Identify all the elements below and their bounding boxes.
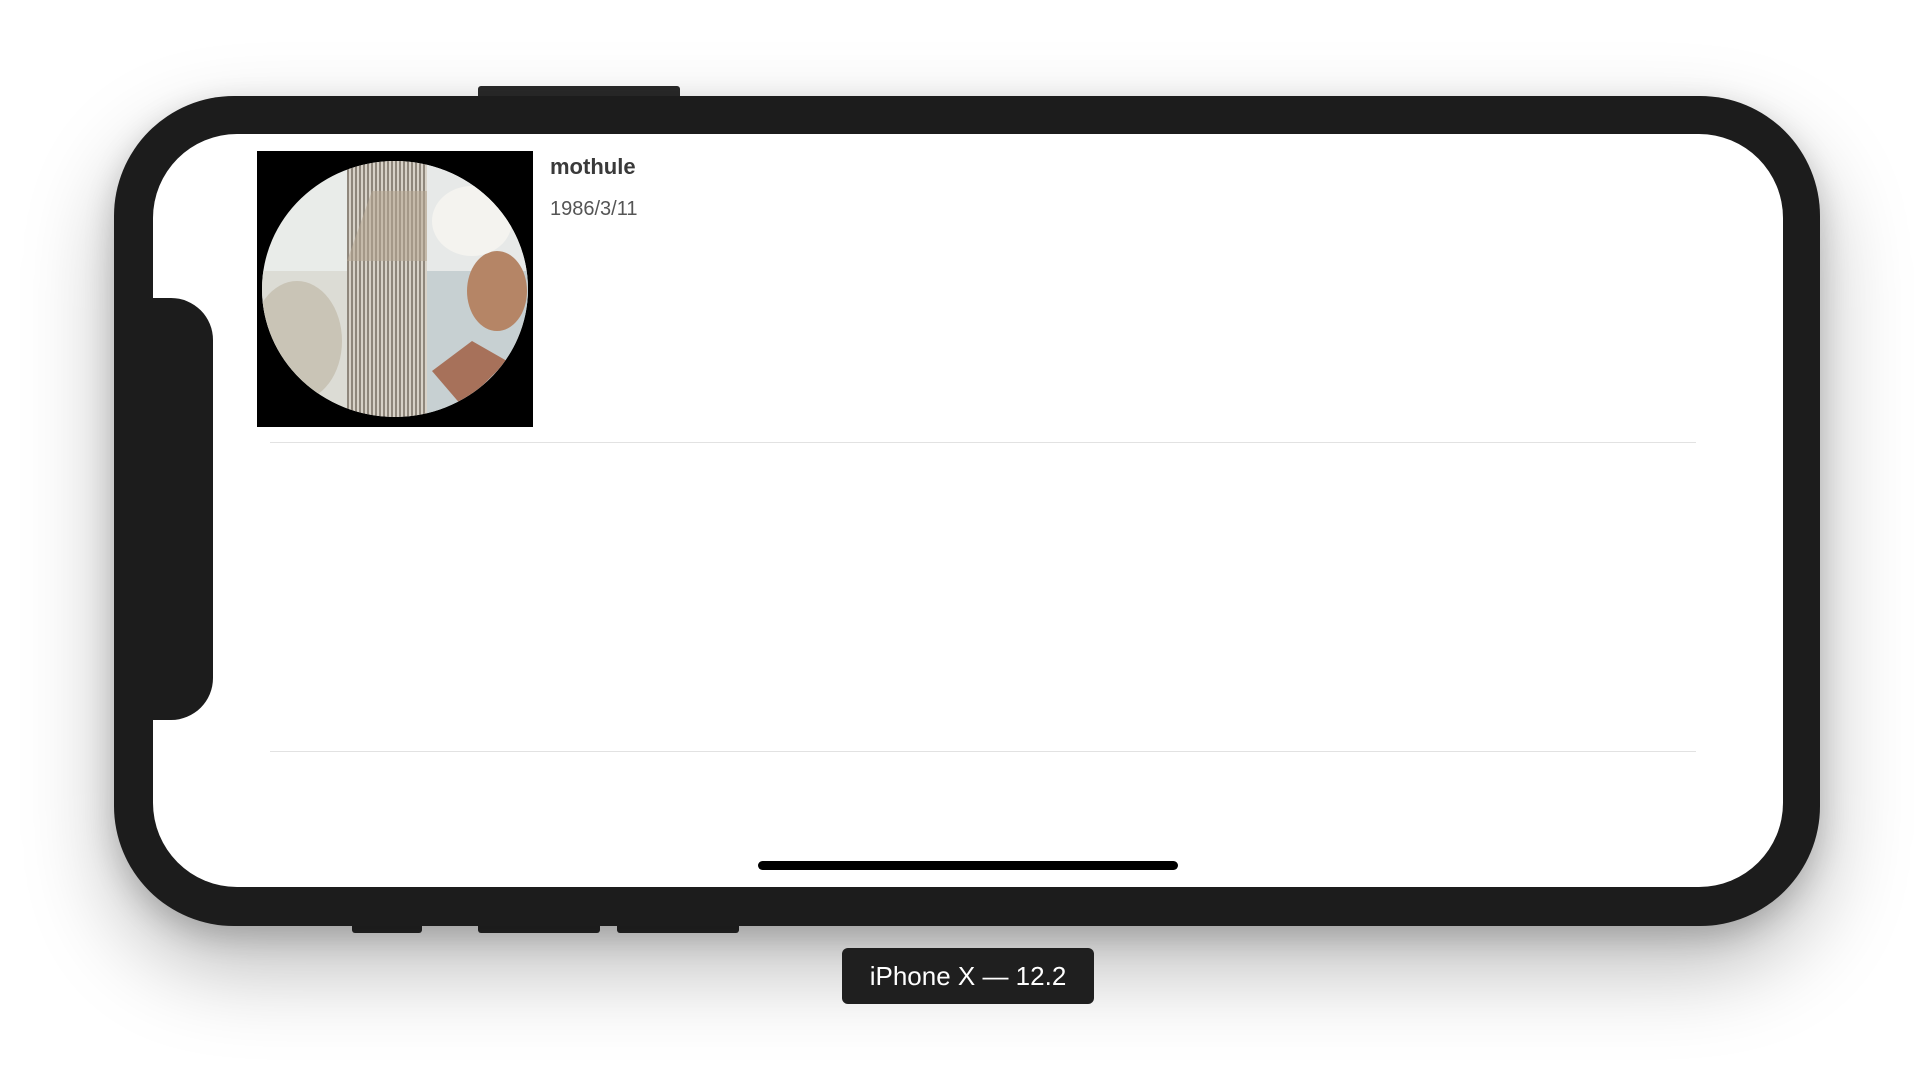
row-divider <box>270 751 1696 752</box>
device-label: iPhone X — 12.2 <box>842 948 1094 1004</box>
user-date: 1986/3/11 <box>550 198 638 220</box>
device-screen: mothule 1986/3/11 <box>153 134 1783 887</box>
home-indicator[interactable] <box>758 861 1178 870</box>
empty-list-item[interactable] <box>153 443 1783 751</box>
simulator-window: mothule 1986/3/11 iPhone X — 12.2 <box>0 0 1928 1090</box>
user-name: mothule <box>550 154 636 179</box>
photo-thumbnail-icon <box>257 151 533 427</box>
sensor-notch <box>153 298 213 720</box>
list-item[interactable]: mothule 1986/3/11 <box>153 134 1783 442</box>
